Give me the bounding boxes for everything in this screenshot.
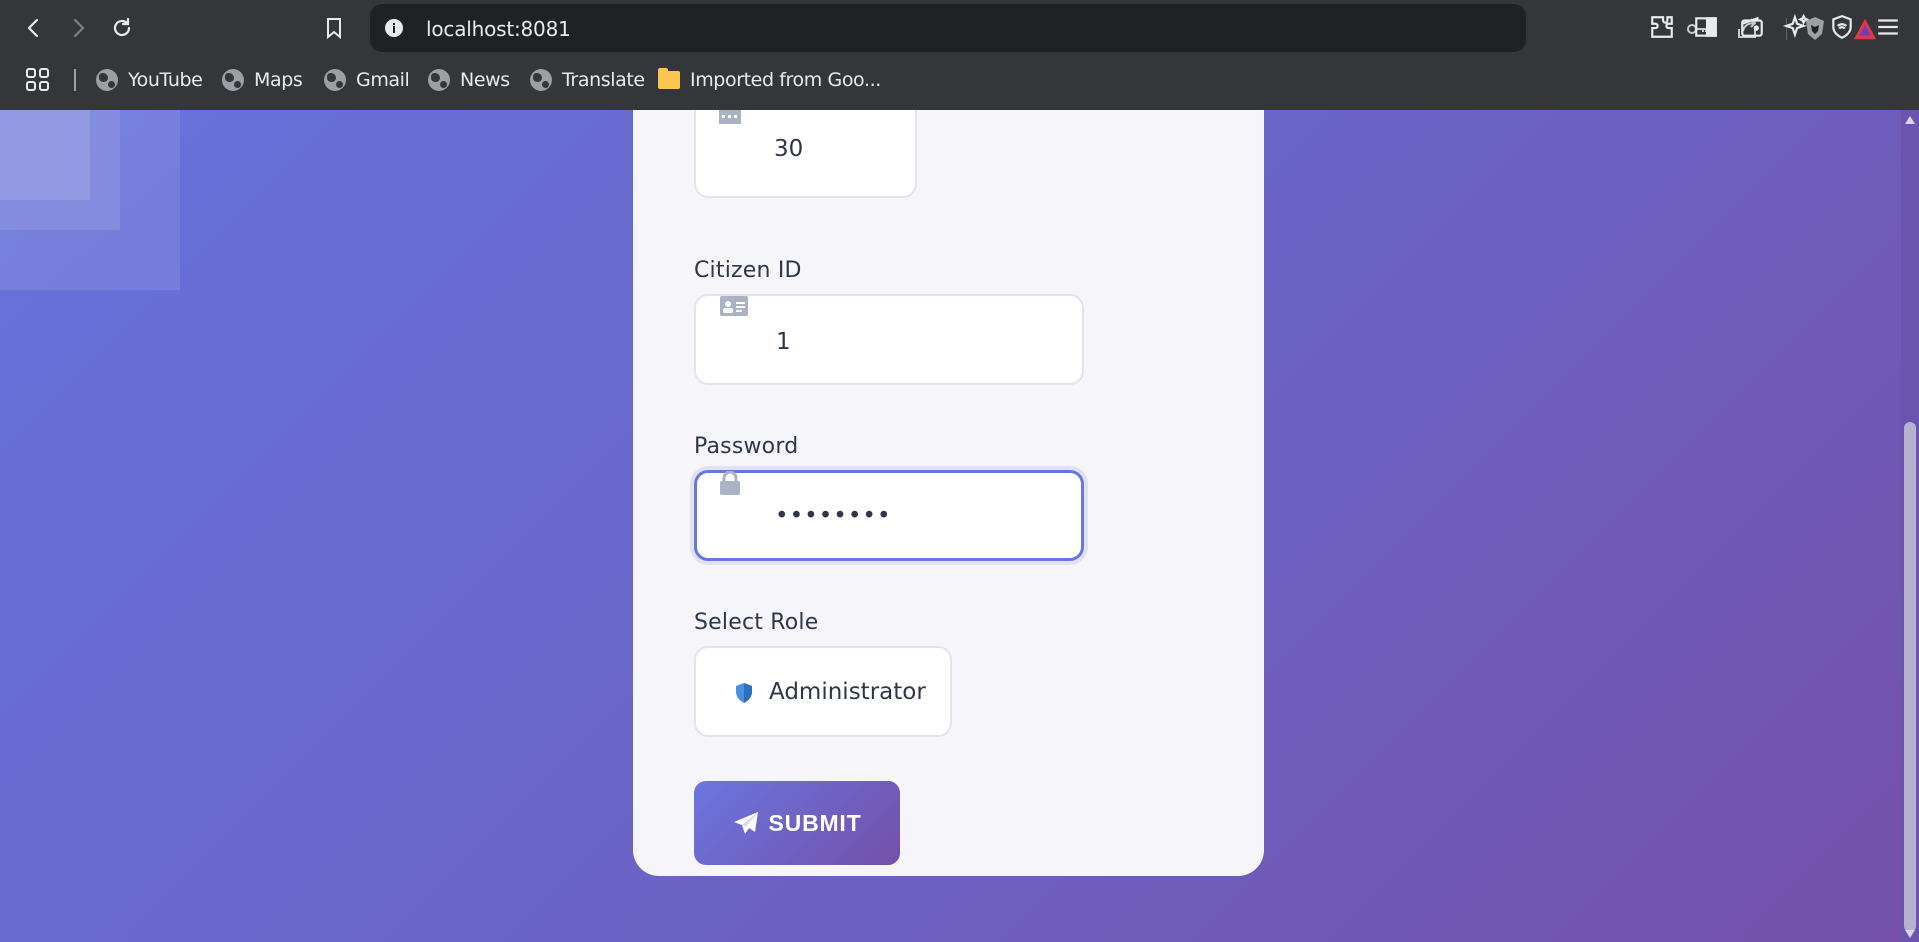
shield-icon	[736, 683, 752, 703]
address-bar[interactable]: localhost:8081	[370, 4, 1877, 52]
password-value: ••••••••	[775, 503, 892, 529]
globe-icon	[428, 69, 450, 91]
citizen-id-value: 1	[776, 329, 791, 355]
globe-icon	[222, 69, 244, 91]
bookmark-gmail[interactable]: Gmail	[324, 66, 410, 94]
scroll-up-arrow-icon[interactable]	[1905, 116, 1915, 124]
reload-button[interactable]	[104, 10, 140, 46]
back-button[interactable]	[16, 10, 52, 46]
bookmark-youtube[interactable]: YouTube	[96, 66, 203, 94]
password-input[interactable]: ••••••••	[694, 470, 1084, 561]
bookmarks-bar: YouTube Maps Gmail News Translate Import…	[0, 60, 1919, 100]
id-card-icon	[720, 296, 748, 316]
bookmark-maps[interactable]: Maps	[222, 66, 303, 94]
globe-icon	[530, 69, 552, 91]
scroll-down-arrow-icon[interactable]	[1905, 930, 1915, 938]
browser-toolbar: localhost:8081	[0, 0, 1919, 56]
submit-label: SUBMIT	[768, 809, 862, 836]
forward-button[interactable]	[60, 10, 96, 46]
bookmark-label: News	[460, 69, 510, 91]
citizen-id-label: Citizen ID	[694, 258, 802, 283]
menu-icon[interactable]	[1874, 13, 1902, 41]
registration-form-card: 30 Citizen ID 1 Password •••••••• Select…	[633, 110, 1264, 876]
age-value: 30	[774, 136, 804, 162]
role-value: Administrator	[769, 679, 926, 705]
page-scrollbar[interactable]	[1901, 110, 1919, 942]
reload-icon	[113, 17, 131, 37]
select-role-label: Select Role	[694, 610, 819, 635]
extensions-icon[interactable]	[1648, 13, 1676, 41]
bookmark-label: Translate	[562, 69, 645, 91]
bookmark-page-button[interactable]	[316, 10, 352, 46]
role-select[interactable]: Administrator	[694, 646, 952, 737]
bookmark-label: Maps	[254, 69, 303, 91]
globe-icon	[96, 69, 118, 91]
back-arrow-icon	[27, 18, 39, 38]
browser-chrome: localhost:8081 YouTube Maps Gmail News T…	[0, 0, 1919, 110]
submit-button[interactable]: SUBMIT	[694, 781, 900, 865]
bookmark-icon	[327, 18, 341, 40]
vpn-shield-icon[interactable]	[1828, 13, 1856, 41]
bookmark-folder-imported[interactable]: Imported from Goo...	[658, 66, 881, 94]
bookmark-label: Imported from Goo...	[690, 69, 881, 91]
forward-arrow-icon	[73, 18, 85, 38]
site-info-icon[interactable]	[384, 18, 404, 38]
background-decoration	[0, 110, 90, 200]
paper-plane-icon	[733, 812, 758, 834]
bookmark-translate[interactable]: Translate	[530, 66, 645, 94]
lock-icon	[720, 471, 740, 495]
folder-icon	[658, 68, 680, 89]
leo-ai-icon[interactable]	[1782, 13, 1810, 41]
bookmark-label: YouTube	[128, 69, 203, 91]
scrollbar-thumb[interactable]	[1904, 422, 1916, 932]
citizen-id-input[interactable]: 1	[694, 294, 1084, 385]
calendar-icon	[719, 110, 741, 124]
age-input[interactable]: 30	[694, 110, 917, 198]
bookmark-label: Gmail	[356, 69, 410, 91]
sidebar-toggle-icon[interactable]	[1692, 13, 1720, 41]
apps-grid-icon[interactable]	[24, 66, 52, 94]
wallet-icon[interactable]	[1738, 13, 1766, 41]
globe-icon	[324, 69, 346, 91]
page-viewport: 30 Citizen ID 1 Password •••••••• Select…	[0, 110, 1919, 942]
bookmark-news[interactable]: News	[428, 66, 510, 94]
password-label: Password	[694, 434, 799, 459]
address-url[interactable]: localhost:8081	[426, 17, 571, 41]
bookmarks-divider	[74, 69, 76, 91]
